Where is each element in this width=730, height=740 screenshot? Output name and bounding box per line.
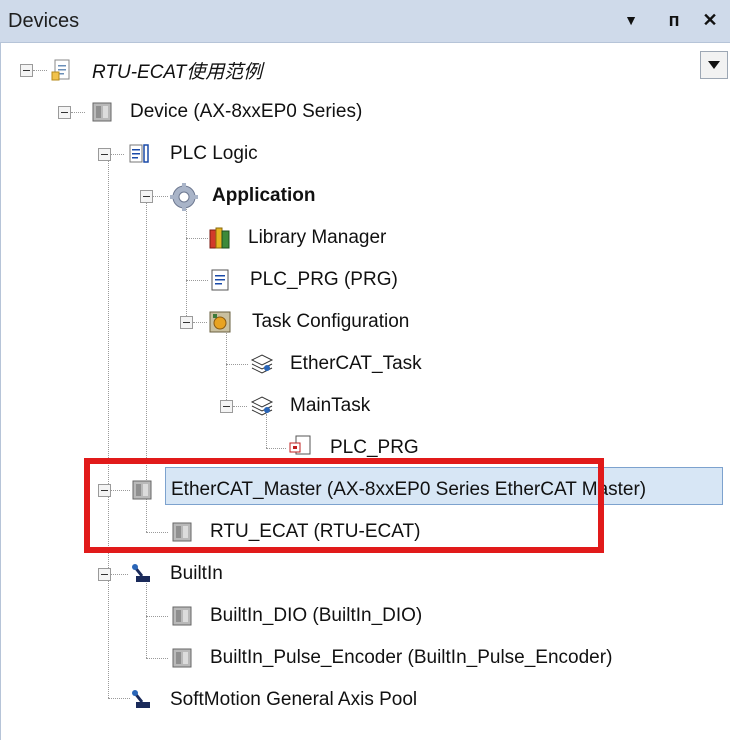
tree-line	[233, 406, 247, 407]
tree-item-builtin-pulse-encoder[interactable]: BuiltIn_Pulse_Encoder (BuiltIn_Pulse_Enc…	[210, 641, 612, 675]
close-icon[interactable]: ✕	[697, 6, 723, 34]
devices-panel-titlebar: Devices ▼ ᴨ ✕	[0, 0, 730, 43]
chevron-down-icon	[708, 61, 720, 69]
device-icon	[92, 102, 112, 122]
pou-call-icon	[289, 435, 311, 455]
tree-item-application[interactable]: Application	[212, 179, 315, 213]
tree-line	[110, 574, 128, 575]
collapse-toggle[interactable]	[220, 400, 233, 413]
collapse-toggle[interactable]	[140, 190, 153, 203]
tree-line	[266, 448, 286, 449]
collapse-toggle[interactable]	[98, 568, 111, 581]
tree-line	[226, 330, 227, 406]
tree-item-task-configuration[interactable]: Task Configuration	[252, 305, 409, 339]
tree-item-plc-logic[interactable]: PLC Logic	[170, 137, 258, 171]
task-stack-icon	[250, 396, 274, 416]
tree-item-library-manager[interactable]: Library Manager	[248, 221, 386, 255]
tree-line	[146, 202, 147, 488]
tree-item-maintask[interactable]: MainTask	[290, 389, 370, 423]
highlight-annotation-box	[84, 458, 604, 553]
tree-line	[108, 698, 130, 699]
tree-item-builtin[interactable]: BuiltIn	[170, 557, 223, 591]
library-books-icon	[209, 227, 230, 249]
tree-line	[186, 280, 208, 281]
tree-line	[110, 154, 124, 155]
tree-item-softmotion-axis-pool[interactable]: SoftMotion General Axis Pool	[170, 683, 417, 717]
tree-line	[152, 196, 168, 197]
plc-logic-icon	[129, 144, 149, 163]
tree-item-project[interactable]: RTU-ECAT使用范例	[92, 53, 262, 87]
tree-item-device[interactable]: Device (AX-8xxEP0 Series)	[130, 95, 362, 129]
axis-icon	[132, 564, 150, 582]
task-configuration-icon	[209, 311, 231, 333]
tree-item-ethercat-task[interactable]: EtherCAT_Task	[290, 347, 422, 381]
tree-line	[146, 616, 168, 617]
device-icon	[172, 606, 192, 626]
tree-line	[226, 364, 248, 365]
device-icon	[172, 648, 192, 668]
collapse-toggle[interactable]	[180, 316, 193, 329]
collapse-toggle[interactable]	[20, 64, 33, 77]
tree-item-builtin-dio[interactable]: BuiltIn_DIO (BuiltIn_DIO)	[210, 599, 422, 633]
collapse-toggle[interactable]	[98, 148, 111, 161]
collapse-toggle[interactable]	[58, 106, 71, 119]
task-stack-icon	[250, 354, 274, 374]
tree-line	[146, 580, 147, 658]
tree-line	[266, 414, 267, 448]
pou-document-icon	[211, 269, 229, 291]
scroll-dropdown-button[interactable]	[700, 51, 728, 79]
panel-title: Devices	[8, 10, 80, 32]
application-gear-icon	[170, 183, 198, 211]
tree-line	[193, 322, 207, 323]
project-file-icon	[51, 59, 70, 81]
tree-line	[33, 70, 47, 71]
pin-icon[interactable]: ᴨ	[661, 6, 687, 34]
axis-icon	[132, 690, 150, 708]
tree-line	[186, 205, 187, 322]
tree-line	[108, 160, 109, 698]
tree-item-plc-prg-prg[interactable]: PLC_PRG (PRG)	[250, 263, 398, 297]
tree-line	[146, 658, 168, 659]
tree-line	[186, 238, 208, 239]
dropdown-arrow-icon[interactable]: ▼	[618, 6, 644, 34]
tree-line	[71, 112, 85, 113]
